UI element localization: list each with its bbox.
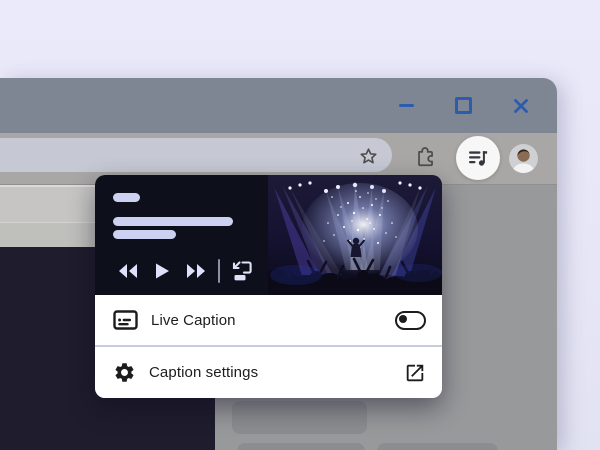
maximize-icon	[455, 97, 472, 114]
profile-avatar[interactable]	[509, 144, 538, 173]
minimize-button[interactable]	[398, 97, 415, 114]
toggle-knob	[399, 315, 407, 323]
skeleton-text-bar	[113, 230, 176, 239]
previous-track-icon	[116, 262, 140, 280]
open-external-icon[interactable]	[404, 362, 426, 384]
extensions-puzzle-icon	[414, 145, 436, 167]
previous-track-button[interactable]	[113, 259, 143, 283]
play-icon	[154, 262, 170, 280]
skeleton-card	[232, 401, 367, 434]
next-track-icon	[184, 262, 208, 280]
next-track-button[interactable]	[181, 259, 211, 283]
controls-divider	[218, 259, 220, 283]
minimize-icon	[399, 104, 414, 107]
skeleton-card	[237, 443, 365, 450]
live-caption-label: Live Caption	[151, 312, 236, 329]
media-artwork	[268, 175, 442, 295]
settings-gear-icon	[113, 361, 136, 384]
caption-settings-row[interactable]: Caption settings	[95, 347, 442, 398]
desktop: Live Caption Caption settings	[0, 0, 600, 450]
skeleton-card	[377, 443, 498, 450]
live-caption-toggle[interactable]	[395, 311, 426, 330]
address-bar[interactable]	[0, 138, 392, 172]
media-controls-popup: Live Caption Caption settings	[95, 175, 442, 398]
media-controls-button[interactable]	[456, 136, 500, 180]
close-icon	[513, 98, 529, 114]
live-caption-icon	[113, 310, 138, 330]
play-button[interactable]	[147, 259, 177, 283]
picture-in-picture-button[interactable]	[227, 259, 257, 283]
picture-in-picture-icon	[230, 259, 254, 283]
playback-controls	[113, 259, 257, 283]
skeleton-text-bar	[113, 193, 140, 202]
media-controls-icon	[466, 146, 490, 170]
bookmark-star-button[interactable]	[357, 145, 379, 167]
extensions-button[interactable]	[413, 144, 436, 167]
close-button[interactable]	[512, 97, 529, 114]
caption-settings-label: Caption settings	[149, 364, 258, 381]
skeleton-text-bar	[113, 217, 233, 226]
media-session-card[interactable]	[95, 175, 442, 295]
window-titlebar[interactable]	[0, 78, 557, 133]
live-caption-row[interactable]: Live Caption	[95, 295, 442, 345]
maximize-button[interactable]	[455, 97, 472, 114]
bookmark-star-icon	[358, 146, 379, 167]
